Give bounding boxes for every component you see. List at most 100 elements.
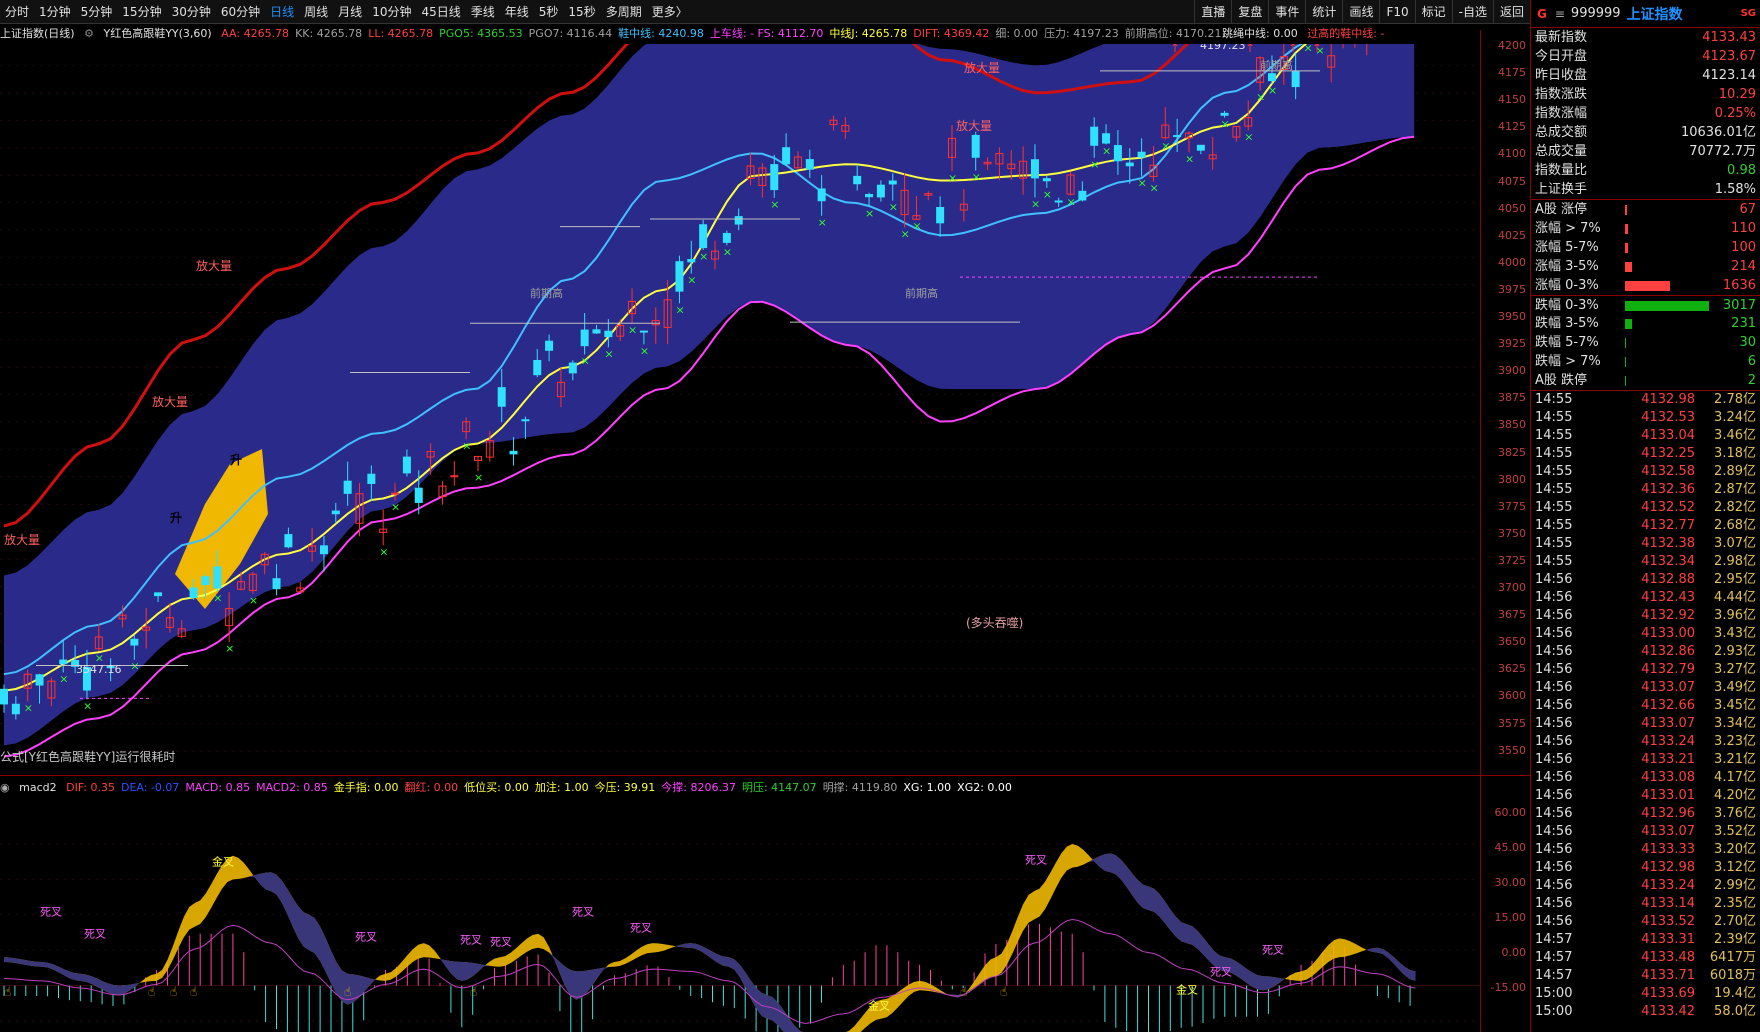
buy-signal-mark: × <box>818 216 827 229</box>
formula-notice: 公式[Y红色高跟鞋YY]运行很耗时 <box>0 750 176 764</box>
tool-button[interactable]: 直播 <box>1194 0 1231 24</box>
period-tab[interactable]: 5分钟 <box>76 0 118 24</box>
macd-tick: -15.00 <box>1490 981 1526 994</box>
buy-signal-mark: × <box>865 207 874 220</box>
tool-button[interactable]: 统计 <box>1305 0 1342 24</box>
candle-body <box>971 134 980 158</box>
quote-value: 70772.7万 <box>1689 144 1756 159</box>
main-kline-chart[interactable]: ××××××××××××××××××× ×××× ×××× ××××××× ××××××… <box>0 44 1480 774</box>
buy-signal-mark: × <box>379 545 388 558</box>
tool-button[interactable]: 画线 <box>1342 0 1379 24</box>
buy-signal-mark: × <box>83 699 92 712</box>
tick-row: 14:56 4133.00 3.43亿 <box>1531 625 1760 643</box>
price-tick: 3875 <box>1498 391 1526 405</box>
tick-volume: 2.93亿 <box>1714 644 1756 659</box>
candle-body <box>414 487 423 503</box>
quote-value: 10.29 <box>1718 87 1756 102</box>
macd-legend-value: 今撑: 8206.37 <box>661 781 736 794</box>
tool-button[interactable]: 事件 <box>1268 0 1305 24</box>
tick-volume: 2.82亿 <box>1714 500 1756 515</box>
period-tab[interactable]: 年线 <box>500 0 534 24</box>
sg-badge: SG <box>1740 8 1756 19</box>
buy-signal-mark: × <box>1090 158 1099 171</box>
tick-price: 4133.21 <box>1641 752 1695 767</box>
tick-price: 4133.42 <box>1641 1004 1695 1019</box>
tick-volume: 3.43亿 <box>1714 626 1756 641</box>
dist-bar <box>1625 338 1626 348</box>
period-tab[interactable]: 日线 <box>265 0 299 24</box>
period-tab[interactable]: 45日线 <box>416 0 465 24</box>
macd-menu-icon[interactable]: ◉ <box>0 781 10 794</box>
period-tab[interactable]: 周线 <box>299 0 333 24</box>
price-tick: 3675 <box>1498 608 1526 622</box>
quote-row: 指数量比 0.98 <box>1531 161 1760 180</box>
g-icon[interactable]: G <box>1537 7 1547 21</box>
period-tab[interactable]: 10分钟 <box>367 0 416 24</box>
period-tab[interactable]: 月线 <box>333 0 367 24</box>
price-tick: 4125 <box>1498 120 1526 134</box>
price-tick: 4150 <box>1498 93 1526 107</box>
period-tab[interactable]: 15分钟 <box>117 0 166 24</box>
tool-buttons: 直播 复盘 事件 统计 画线 F10 标记 -自选 返回 <box>1194 0 1530 24</box>
candle-body <box>59 659 68 665</box>
price-tick: 4075 <box>1498 174 1526 188</box>
macd-chart[interactable]: 死叉死叉金叉死叉死叉死叉死叉死叉金叉死叉金叉死叉金叉死叉☝☝☝☝☝☝☝☝ <box>0 798 1480 1032</box>
tick-price: 4133.31 <box>1641 932 1695 947</box>
tick-price: 4133.00 <box>1641 626 1695 641</box>
dist-value: 67 <box>1739 202 1756 217</box>
buy-signal-mark: × <box>1244 130 1253 143</box>
pane-divider[interactable] <box>0 775 1530 776</box>
macd-cross-label: 金叉 <box>868 999 890 1013</box>
buy-signal-mark: × <box>1256 91 1265 104</box>
tick-volume: 3.18亿 <box>1714 446 1756 461</box>
tick-price: 4132.52 <box>1641 500 1695 515</box>
tool-button[interactable]: -自选 <box>1451 0 1493 24</box>
tick-list[interactable]: 14:55 4132.98 2.78亿 14:55 4132.53 3.24亿 14:55 4… <box>1531 390 1760 1021</box>
prior-high-label: 前期高 <box>905 286 938 300</box>
candle-body <box>1113 145 1122 162</box>
buy-signal-mark: × <box>1268 84 1277 97</box>
dist-row: A股 跌停 2 <box>1531 371 1760 390</box>
macd-legend-value: XG: 1.00 <box>903 781 952 794</box>
price-tick: 3775 <box>1498 499 1526 513</box>
period-tab[interactable]: 更多〉 <box>647 0 693 24</box>
tick-volume: 3.76亿 <box>1714 806 1756 821</box>
macd-tick: 45.00 <box>1494 841 1527 854</box>
tool-button[interactable]: 返回 <box>1492 0 1530 24</box>
candle-body <box>770 164 779 191</box>
quote-panel: G ≡ 999999 上证指数 SG 最新指数 4133.43 今日开盘 4123.6… <box>1530 0 1760 1032</box>
macd-cross-label: 死叉 <box>84 928 106 941</box>
period-tab[interactable]: 15秒 <box>563 0 600 24</box>
period-tab[interactable]: 1分钟 <box>34 0 76 24</box>
tool-button[interactable]: 标记 <box>1414 0 1452 24</box>
quote-value: 4123.14 <box>1702 68 1756 83</box>
period-tab[interactable]: 多周期 <box>601 0 647 24</box>
period-tab[interactable]: 季线 <box>466 0 500 24</box>
price-tick: 3550 <box>1498 743 1526 757</box>
quote-value: 4123.67 <box>1702 49 1756 64</box>
tick-price: 4133.71 <box>1641 968 1695 983</box>
period-tab[interactable]: 30分钟 <box>167 0 216 24</box>
tick-volume: 3.96亿 <box>1714 608 1756 623</box>
dist-bar <box>1625 262 1632 272</box>
tick-price: 4132.58 <box>1641 464 1695 479</box>
legend-value: KK: 4265.78 <box>295 27 363 40</box>
menu-icon[interactable]: ≡ <box>1555 7 1565 21</box>
period-tab[interactable]: 分时 <box>0 0 34 24</box>
buy-signal-mark: × <box>604 347 613 360</box>
tick-time: 14:56 <box>1535 842 1573 857</box>
tool-button[interactable]: 复盘 <box>1231 0 1268 24</box>
settings-icon[interactable]: ⚙ <box>84 27 94 40</box>
candle-body <box>367 473 376 484</box>
period-tab[interactable]: 60分钟 <box>216 0 265 24</box>
tool-button[interactable]: F10 <box>1379 0 1414 24</box>
macd-name[interactable]: macd2 <box>19 781 57 794</box>
price-tick: 4100 <box>1498 147 1526 161</box>
candle-body <box>1054 200 1063 203</box>
indicator-name[interactable]: Y红色高跟鞋YY(3,60) <box>103 27 211 40</box>
candle-body <box>1291 71 1300 88</box>
period-tab[interactable]: 5秒 <box>534 0 564 24</box>
buy-signal-mark: × <box>1043 188 1052 201</box>
candle-body <box>1137 151 1146 158</box>
macd-cross-label: 死叉 <box>355 931 377 944</box>
